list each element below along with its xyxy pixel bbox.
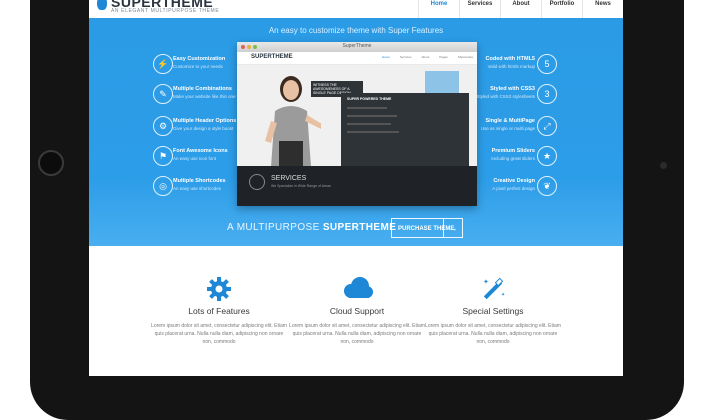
feature-column-features: Lots of Features Lorem ipsum dolor sit a… [151, 276, 287, 346]
feature-sub: Including great sliders [491, 156, 535, 161]
services-subtitle: We Specialize in Wide Range of Areas [271, 184, 331, 188]
feature-column-settings: ✦ ✦ Special Settings Lorem ipsum dolor s… [425, 276, 561, 346]
magic-wand-icon: ✦ ✦ [425, 276, 561, 302]
feature-sub: Use as single or multi page [480, 126, 535, 131]
tablet-screen: SUPERTHEME AN ELEGANT MULTIPURPOSE THEME… [89, 0, 623, 376]
browser-titlebar: SuperTheme [237, 42, 477, 52]
nav-item-services[interactable]: Services [459, 0, 500, 18]
feature-sub: An easy use shortcodes [173, 186, 222, 191]
svg-text:✦: ✦ [483, 278, 489, 286]
mockup-content: WITNESS THE AWESOMENESS OF A SINGLE PAGE… [237, 65, 477, 167]
top-nav: SUPERTHEME AN ELEGANT MULTIPURPOSE THEME… [89, 0, 623, 19]
hero-tagline: An easy to customize theme with Super Fe… [268, 26, 444, 35]
feature-title: Cloud Support [329, 306, 385, 316]
feature-text: Lorem ipsum dolor sit amet, consectetur … [425, 323, 561, 345]
nav-item-home[interactable]: Home [418, 0, 459, 18]
mockup-panel-title: SUPER POWERED THEME [347, 97, 392, 101]
feature-title: Easy Customization [173, 56, 226, 62]
mockup-link: Shortcodes [457, 55, 473, 59]
cta-prefix: A MULTIPURPOSE [227, 222, 323, 233]
feature-sub: Styled with CSS3 stylesheets [476, 94, 535, 99]
mockup-logo: SUPERTHEME [251, 54, 293, 60]
feature-title: Styled with CSS3 [490, 86, 535, 92]
purchase-theme-button[interactable]: PURCHASE THEME → [391, 218, 463, 238]
feature-title: Font Awesome Icons [173, 148, 228, 154]
cta-heading: A MULTIPURPOSE SUPERTHEME [227, 222, 396, 233]
feature-sub: Valid with html5 markup [487, 64, 535, 69]
feature-title: Premium Sliders [491, 148, 535, 154]
mockup-link: Home [381, 55, 390, 59]
expand-icon: ⤢ [537, 116, 557, 136]
logo-tagline: AN ELEGANT MULTIPURPOSE THEME [111, 8, 220, 14]
mockup-dark-panel: SUPER POWERED THEME [341, 93, 469, 167]
star-icon: ★ [537, 146, 557, 166]
tablet-home-button[interactable] [38, 150, 64, 176]
cloud-icon [289, 276, 425, 302]
mockup-link: Services [399, 55, 412, 59]
feature-sub: An easy use icon font [173, 156, 217, 161]
globe-icon: ◎ [153, 176, 173, 196]
hero-section: An easy to customize theme with Super Fe… [89, 18, 623, 246]
flame-icon [97, 0, 107, 10]
feature-sub: Make your website like this one [173, 94, 236, 99]
feature-sub: Customize to your needs [173, 64, 223, 69]
superhero-image [425, 71, 459, 93]
feature-title: Multiple Combinations [173, 86, 232, 92]
html5-icon: 5 [537, 54, 557, 74]
mockup-link: Pages [439, 55, 448, 59]
mockup-nav: SUPERTHEME Home Services About Pages Sho… [237, 52, 477, 65]
browser-mockup: SuperTheme SUPERTHEME Home Services Abou… [237, 42, 477, 206]
cta-bold: SUPERTHEME [322, 222, 397, 233]
feature-sub: A pixel perfect design [492, 186, 535, 191]
feature-title: Multiple Header Options [173, 118, 237, 124]
feature-title: Coded with HTML5 [485, 56, 536, 62]
gear-icon [151, 276, 287, 302]
gavel-icon: ✎ [153, 84, 173, 104]
feature-title: Special Settings [462, 306, 524, 316]
feature-column-cloud: Cloud Support Lorem ipsum dolor sit amet… [289, 276, 425, 346]
mockup-links: Home Services About Pages Shortcodes [382, 55, 473, 59]
mockup-services-bar: SERVICES We Specialize in Wide Range of … [237, 166, 477, 206]
arrow-right-icon: → [443, 219, 462, 237]
feature-text: Lorem ipsum dolor sit amet, consectetur … [151, 323, 287, 345]
css3-icon: 3 [537, 84, 557, 104]
nav-item-portfolio[interactable]: Portfolio [541, 0, 582, 18]
feature-title: Multiple Shortcodes [173, 178, 226, 184]
tablet-camera [660, 162, 667, 169]
svg-text:✦: ✦ [501, 292, 505, 298]
cog-icon: ⚙ [153, 116, 173, 136]
nav-item-news[interactable]: News [582, 0, 623, 18]
flag-icon: ⚑ [153, 146, 173, 166]
nav-menu: Home Services About Portfolio News [418, 0, 623, 18]
browser-title: SuperTheme [342, 43, 372, 49]
feature-text: Lorem ipsum dolor sit amet, consectetur … [289, 323, 425, 345]
bolt-icon: ⚡ [153, 54, 173, 74]
feature-sub: Give your design a style boost [173, 126, 234, 131]
leaf-icon: ❦ [537, 176, 557, 196]
services-title: SERVICES [271, 175, 307, 182]
feature-title: Single & MultiPage [485, 118, 535, 124]
nav-item-about[interactable]: About [500, 0, 541, 18]
services-icon [249, 174, 265, 190]
mockup-link: About [421, 55, 430, 59]
feature-title: Lots of Features [188, 306, 250, 316]
feature-title: Creative Design [493, 178, 535, 184]
